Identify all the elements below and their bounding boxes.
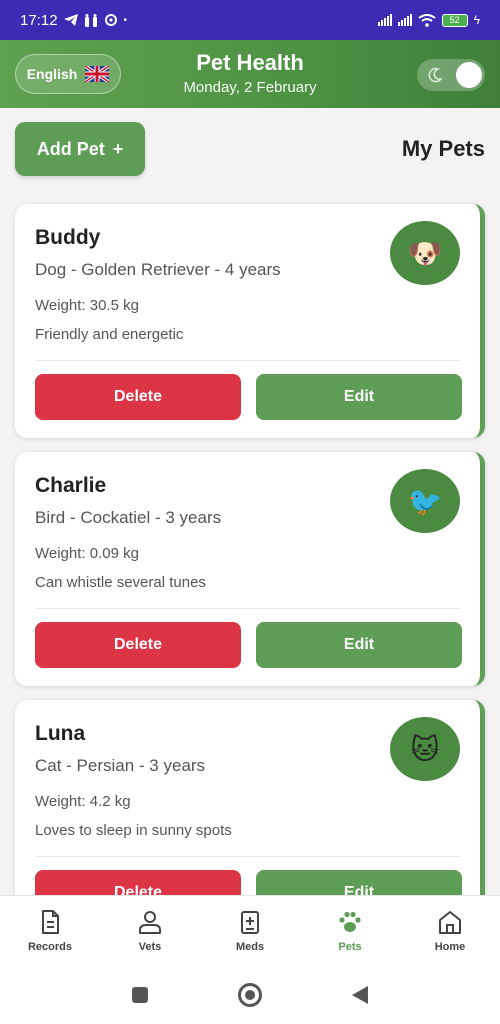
nav-vets[interactable]: Vets <box>100 896 200 965</box>
pet-card: Charlie Bird - Cockatiel - 3 years Weigh… <box>15 452 485 686</box>
plus-icon: + <box>112 138 124 159</box>
pet-weight: Weight: 0.09 kg <box>35 545 139 562</box>
pet-breed: Cat - Persian - 3 years <box>35 756 206 775</box>
nav-home[interactable]: Home <box>400 896 500 965</box>
signal-icon <box>377 14 392 26</box>
wifi-icon <box>418 13 436 27</box>
dog-avatar-icon: 🐶 <box>390 221 460 285</box>
pet-breed: Bird - Cockatiel - 3 years <box>35 508 222 527</box>
delete-button[interactable]: Delete <box>35 374 241 420</box>
telegram-icon <box>63 14 78 26</box>
nav-label: Vets <box>138 940 162 953</box>
bottom-nav: Records Vets Meds Pets Home <box>0 895 500 965</box>
person-icon <box>139 910 161 934</box>
app-header: English Pet Health Monday, 2 February <box>0 40 500 108</box>
card-divider <box>35 608 460 609</box>
status-time: 17:12 <box>20 11 58 29</box>
home-icon <box>439 910 461 934</box>
pet-card: Buddy Dog - Golden Retriever - 4 years W… <box>15 204 485 438</box>
recents-icon[interactable] <box>132 986 148 1003</box>
document-icon <box>42 909 59 934</box>
paw-icon <box>339 911 361 932</box>
pet-name: Luna <box>35 722 86 745</box>
back-icon[interactable] <box>352 985 368 1004</box>
nav-label: Records <box>27 940 73 953</box>
bird-avatar-icon: 🐦 <box>390 469 460 533</box>
nav-label: Meds <box>235 940 265 953</box>
add-pet-label: Add Pet <box>36 138 105 159</box>
system-nav-bar <box>0 965 500 1024</box>
pet-name: Charlie <box>35 474 107 497</box>
medicine-icon <box>241 910 259 934</box>
card-divider <box>35 360 460 361</box>
cat-avatar-icon: 🐱 <box>390 717 460 781</box>
dot-icon: • <box>123 14 128 26</box>
moon-icon <box>428 67 443 83</box>
delete-button[interactable]: Delete <box>35 622 241 668</box>
pet-weight: Weight: 30.5 kg <box>35 297 139 314</box>
nav-meds[interactable]: Meds <box>200 896 300 965</box>
home-button-icon[interactable] <box>238 982 262 1007</box>
pet-notes: Loves to sleep in sunny spots <box>35 822 232 839</box>
add-pet-button[interactable]: Add Pet + <box>15 122 145 176</box>
edit-button[interactable]: Edit <box>256 622 462 668</box>
nav-pets[interactable]: Pets <box>300 896 400 965</box>
pet-breed: Dog - Golden Retriever - 4 years <box>35 260 281 279</box>
card-divider <box>35 856 460 857</box>
section-title: My Pets <box>401 136 485 161</box>
theme-toggle[interactable] <box>417 59 485 91</box>
signal-icon-2 <box>397 14 412 26</box>
charging-icon: ϟ <box>473 13 480 27</box>
battery-icon: 52 <box>441 13 468 27</box>
toggle-knob <box>456 62 482 88</box>
nav-label: Home <box>434 940 466 953</box>
nav-label: Pets <box>338 940 362 953</box>
settings-icon <box>104 14 117 26</box>
edit-button[interactable]: Edit <box>256 374 462 420</box>
nav-records[interactable]: Records <box>0 896 100 965</box>
pet-notes: Friendly and energetic <box>35 326 184 343</box>
pet-name: Buddy <box>35 226 101 249</box>
pet-notes: Can whistle several tunes <box>35 574 206 591</box>
notification-icon <box>84 13 97 27</box>
status-bar: 17:12 • 52 ϟ <box>0 0 500 40</box>
pet-weight: Weight: 4.2 kg <box>35 793 131 810</box>
